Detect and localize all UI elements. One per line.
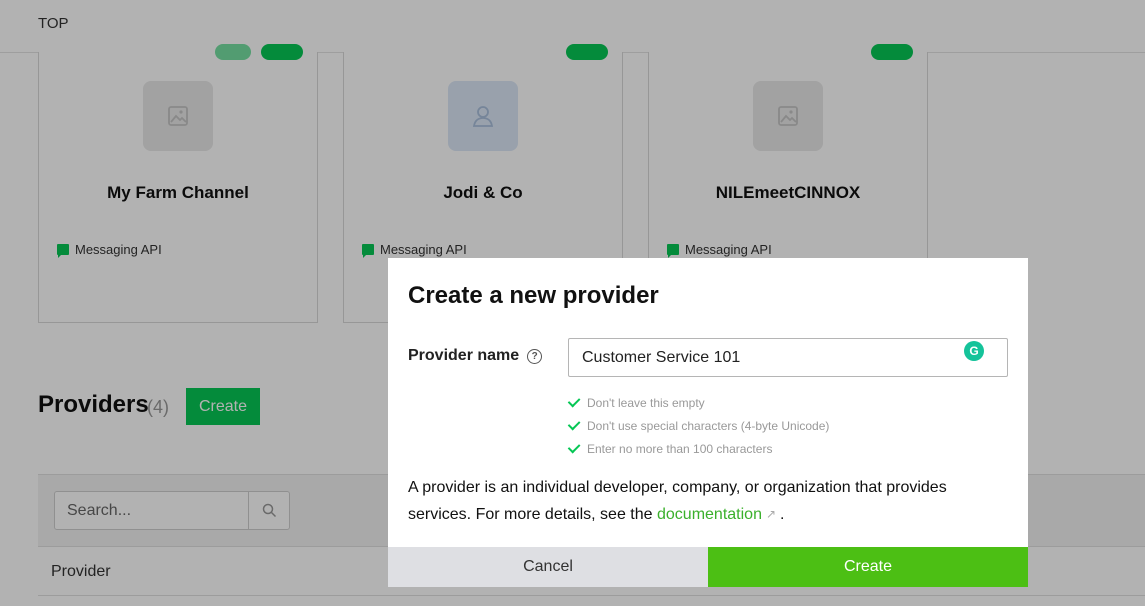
validation-rule: Don't use special characters (4-byte Uni… (567, 414, 830, 437)
check-icon (567, 417, 581, 431)
dialog-title: Create a new provider (408, 282, 659, 309)
provider-name-label-text: Provider name (408, 347, 520, 364)
validation-rule: Don't leave this empty (567, 391, 829, 414)
create-provider-dialog: Create a new provider Provider name ? G … (388, 258, 1028, 587)
description-end: . (780, 506, 785, 523)
provider-name-input[interactable] (568, 338, 1008, 377)
validation-rule: Enter no more than 100 characters (567, 437, 829, 460)
rule-text: Enter no more than 100 characters (587, 441, 773, 456)
cancel-button[interactable]: Cancel (388, 547, 708, 587)
rule-text: Don't use special characters (4-byte Uni… (587, 418, 830, 433)
provider-name-label: Provider name ? (408, 347, 543, 365)
validation-rules: Don't leave this empty Don't use special… (567, 391, 830, 460)
check-icon (567, 394, 581, 408)
help-icon[interactable]: ? (527, 348, 543, 364)
external-link-icon: ↗ (765, 507, 777, 521)
provider-description: A provider is an individual developer, c… (408, 474, 1008, 528)
grammarly-icon[interactable]: G (964, 341, 984, 361)
rule-text: Don't leave this empty (587, 395, 705, 410)
create-button[interactable]: Create (708, 547, 1028, 587)
documentation-link[interactable]: documentation (657, 506, 762, 523)
dialog-footer: Cancel Create (388, 547, 1028, 587)
check-icon (567, 440, 581, 454)
